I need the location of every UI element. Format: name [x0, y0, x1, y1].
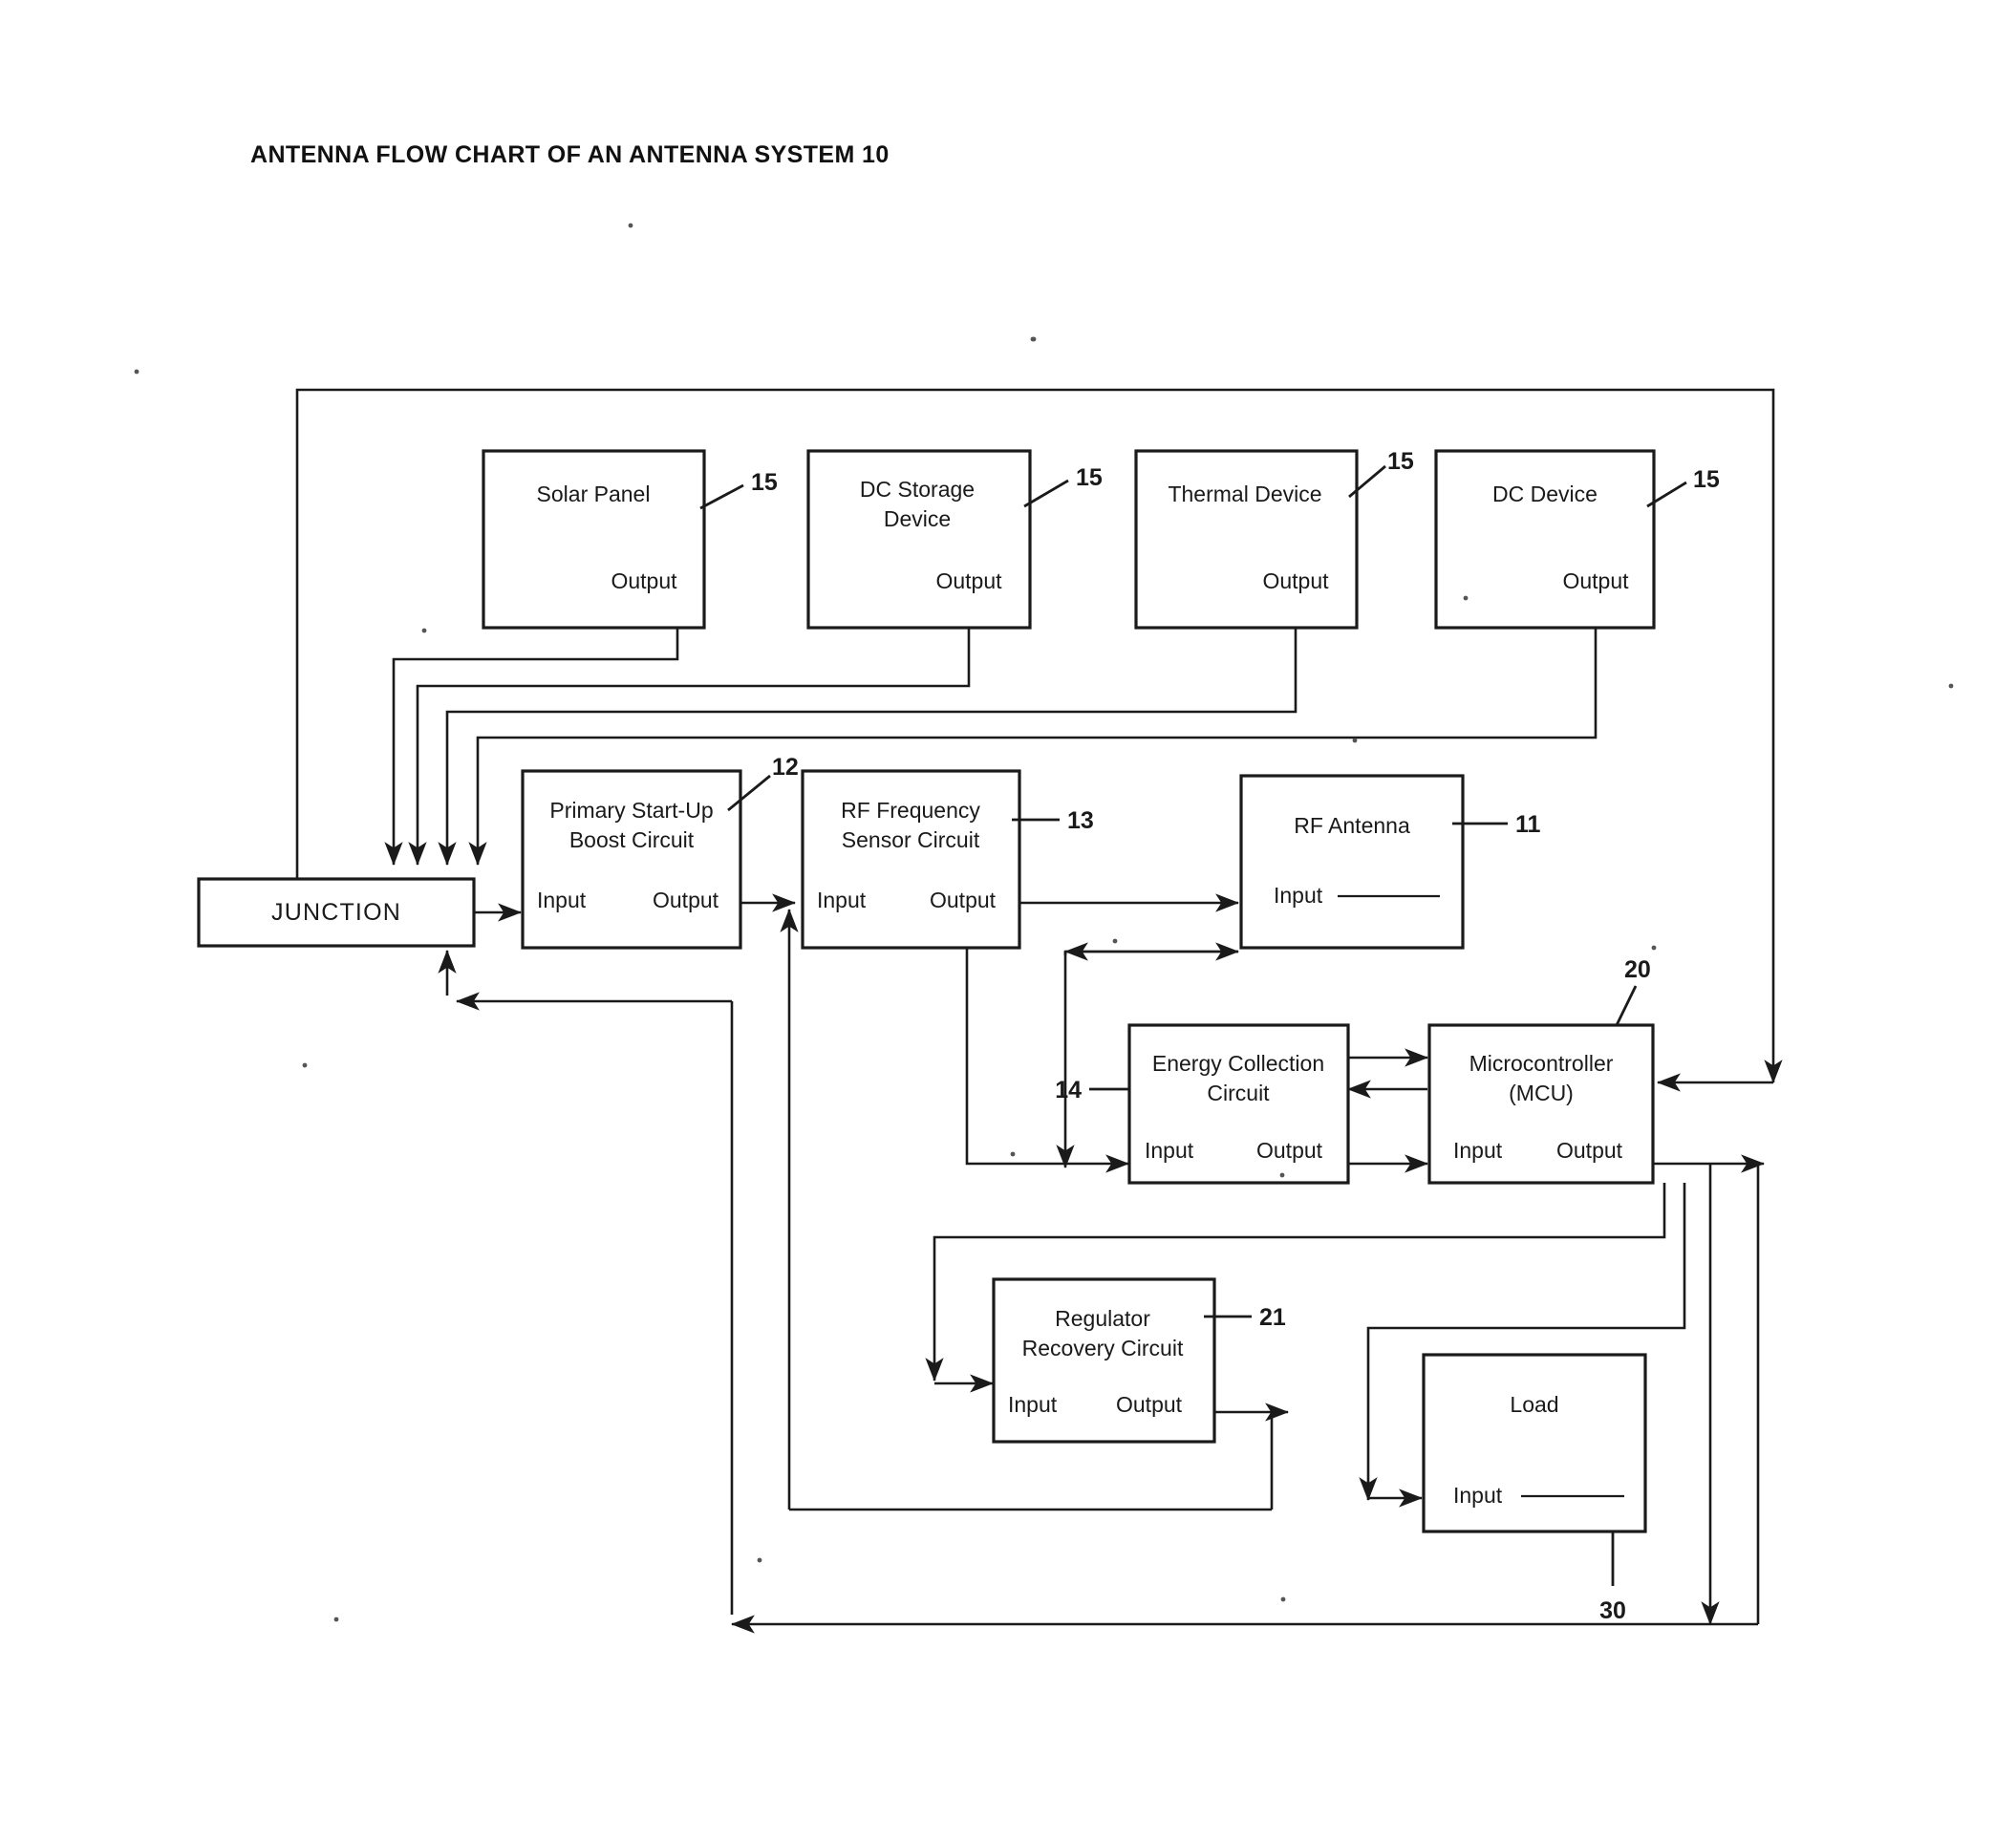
block-primary-start-up-boost-circuit[interactable]: Primary Start-Up Boost Circuit Input Out…: [521, 754, 799, 950]
regulator-title-line1: Regulator: [1055, 1306, 1150, 1331]
block-solar-panel[interactable]: Solar Panel Output 15: [482, 449, 778, 630]
energy-title-line2: Circuit: [1207, 1081, 1270, 1105]
block-load[interactable]: Load Input 30: [1422, 1353, 1647, 1624]
regulator-output-label: Output: [1116, 1392, 1183, 1417]
mcu-output-label: Output: [1556, 1138, 1623, 1163]
block-dc-device[interactable]: DC Device Output 15: [1434, 449, 1720, 630]
block-microcontroller[interactable]: Microcontroller (MCU) Input Output 20: [1427, 956, 1655, 1185]
solar-panel-title: Solar Panel: [537, 482, 651, 506]
ref-thermal-device: 15: [1387, 448, 1414, 475]
dc-storage-title-line1: DC Storage: [860, 477, 975, 502]
block-rf-antenna[interactable]: RF Antenna Input 11: [1239, 774, 1541, 950]
edge-antenna-return-bus: [1063, 942, 1240, 961]
dc-device-output-label: Output: [1562, 568, 1629, 593]
rf-sensor-output-label: Output: [930, 888, 997, 912]
thermal-device-title: Thermal Device: [1168, 482, 1321, 506]
rf-antenna-input-label: Input: [1274, 883, 1323, 908]
block-junction[interactable]: JUNCTION: [197, 877, 476, 948]
dc-storage-title-line2: Device: [884, 506, 951, 531]
energy-input-label: Input: [1145, 1138, 1194, 1163]
edge-rf-sensor-to-energy: [965, 948, 1130, 1173]
solar-panel-output-label: Output: [611, 568, 677, 593]
boost-output-label: Output: [653, 888, 719, 912]
mcu-title-line2: (MCU): [1509, 1081, 1574, 1105]
load-title: Load: [1510, 1392, 1558, 1417]
rf-antenna-title: RF Antenna: [1294, 813, 1410, 838]
ref-rf-antenna: 11: [1515, 811, 1541, 838]
boost-input-label: Input: [537, 888, 587, 912]
junction-label: JUNCTION: [271, 899, 401, 926]
rf-sensor-title-line2: Sensor Circuit: [842, 827, 980, 852]
antenna-system-flow-diagram: Solar Panel Output 15 DC Storage Device …: [134, 223, 1954, 1634]
ref-mcu: 20: [1624, 956, 1651, 983]
ref-rf-sensor: 13: [1067, 807, 1094, 834]
ref-dc-storage: 15: [1076, 464, 1103, 491]
energy-title-line1: Energy Collection: [1152, 1051, 1324, 1076]
block-energy-collection-circuit[interactable]: Energy Collection Circuit Input Output 1…: [1055, 1023, 1350, 1185]
block-rf-frequency-sensor-circuit[interactable]: RF Frequency Sensor Circuit Input Output…: [801, 769, 1094, 950]
regulator-title-line2: Recovery Circuit: [1022, 1336, 1184, 1360]
boost-title-line1: Primary Start-Up: [549, 798, 713, 823]
load-input-label: Input: [1453, 1483, 1503, 1508]
mcu-input-label: Input: [1453, 1138, 1503, 1163]
block-regulator-recovery-circuit[interactable]: Regulator Recovery Circuit Input Output …: [992, 1277, 1286, 1444]
ref-energy-collection: 14: [1055, 1077, 1082, 1103]
ref-solar-panel: 15: [751, 469, 778, 496]
regulator-output-bus: [1214, 1403, 1290, 1510]
diagram-sheet: ANTENNA FLOW CHART OF AN ANTENNA SYSTEM …: [0, 0, 2016, 1842]
ref-primary-boost: 12: [772, 754, 799, 781]
mcu-title-line1: Microcontroller: [1469, 1051, 1614, 1076]
edge-energy-mcu-bidirectional: [1346, 1048, 1429, 1099]
dc-storage-output-label: Output: [935, 568, 1002, 593]
block-dc-storage-device[interactable]: DC Storage Device Output 15: [806, 449, 1103, 630]
boost-title-line2: Boost Circuit: [569, 827, 695, 852]
ref-load: 30: [1599, 1597, 1626, 1624]
dc-device-title: DC Device: [1492, 482, 1598, 506]
block-thermal-device[interactable]: Thermal Device Output 15: [1134, 448, 1414, 630]
return-bus-to-junction: [438, 949, 734, 1615]
thermal-device-output-label: Output: [1262, 568, 1329, 593]
energy-output-label: Output: [1256, 1138, 1323, 1163]
rf-sensor-input-label: Input: [817, 888, 867, 912]
regulator-input-label: Input: [1008, 1392, 1058, 1417]
ref-regulator: 21: [1259, 1304, 1286, 1331]
ref-dc-device: 15: [1693, 466, 1720, 493]
mcu-output-right-bus: [1653, 1154, 1766, 1626]
rf-sensor-title-line1: RF Frequency: [841, 798, 980, 823]
